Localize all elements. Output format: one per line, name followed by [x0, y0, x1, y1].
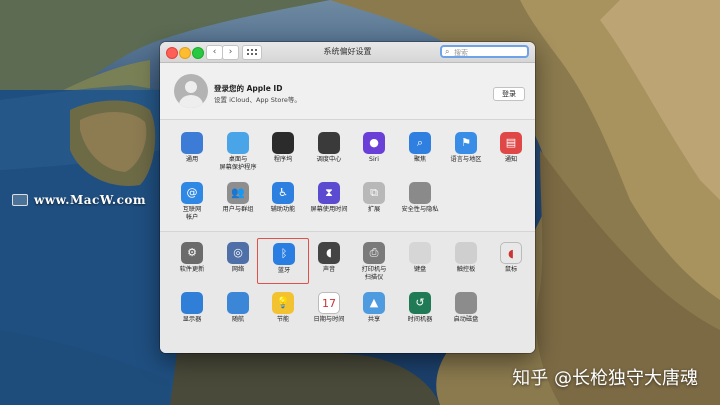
apple-id-title: 登录您的 Apple ID — [214, 84, 283, 93]
preferences-section-top: 通用 桌面与 屏幕保护程序 程序坞 调度中心 ● Siri ⌕ 聚焦 ⚑ 语言与地区 ▤ 通知 @ 互联网… — [160, 120, 535, 232]
mouse-icon: ◖ — [500, 242, 522, 264]
pane-label: 显示器 — [182, 316, 202, 323]
system-preferences-window: ‹ › 系统偏好设置 ⌕ 搜索 登录您的 Apple ID 设置 iCloud、… — [160, 42, 535, 353]
bluetooth-icon: ᛒ — [273, 243, 295, 265]
credit-text: 知乎 @长枪独守大唐魂 — [512, 368, 698, 389]
pane-startup-disk[interactable]: 启动磁盘 — [440, 288, 492, 334]
displays-icon — [181, 292, 203, 314]
pane-energy-saver[interactable]: 💡 节能 — [257, 288, 309, 334]
pane-label: 启动磁盘 — [453, 316, 479, 323]
avatar[interactable] — [174, 74, 208, 108]
pane-accessibility[interactable]: ♿ 辅助功能 — [257, 178, 309, 224]
pane-printers-scanners[interactable]: ⎙ 打印机与 扫描仪 — [348, 238, 400, 284]
pane-dock[interactable]: 程序坞 — [257, 128, 309, 174]
dock-icon — [272, 132, 294, 154]
pane-siri[interactable]: ● Siri — [348, 128, 400, 174]
internet-accounts-icon: @ — [181, 182, 203, 204]
pane-label: 鼠标 — [504, 266, 518, 273]
pane-software-update[interactable]: ⚙ 软件更新 — [166, 238, 218, 284]
pane-bluetooth[interactable]: ᛒ 蓝牙 — [257, 238, 309, 284]
pane-internet-accounts[interactable]: @ 互联网 帐户 — [166, 178, 218, 224]
sharing-icon: ▲ — [363, 292, 385, 314]
watermark-text: www.MacW.com — [34, 193, 147, 207]
login-button[interactable]: 登录 — [493, 87, 525, 101]
pane-label: 互联网 帐户 — [182, 206, 202, 221]
apple-id-subtitle: 设置 iCloud、App Store等。 — [214, 96, 301, 104]
pane-label: Siri — [369, 156, 379, 163]
pane-label: 节能 — [276, 316, 290, 323]
sound-icon: ◖ — [318, 242, 340, 264]
general-icon — [181, 132, 203, 154]
pane-label: 安全性与隐私 — [401, 206, 439, 213]
accessibility-icon: ♿ — [272, 182, 294, 204]
spotlight-icon: ⌕ — [409, 132, 431, 154]
pane-label: 聚焦 — [413, 156, 427, 163]
pane-label: 扩展 — [367, 206, 381, 213]
pane-notifications[interactable]: ▤ 通知 — [485, 128, 535, 174]
pane-displays[interactable]: 显示器 — [166, 288, 218, 334]
time-machine-icon: ↺ — [409, 292, 431, 314]
mission-control-icon — [318, 132, 340, 154]
printers-scanners-icon: ⎙ — [363, 242, 385, 264]
desktop-screensaver-icon — [227, 132, 249, 154]
pane-sharing[interactable]: ▲ 共享 — [348, 288, 400, 334]
search-icon: ⌕ — [445, 47, 450, 56]
pane-time-machine[interactable]: ↺ 时间机器 — [394, 288, 446, 334]
search-placeholder: 搜索 — [454, 49, 468, 57]
watermark: www.MacW.com — [12, 193, 146, 207]
titlebar: ‹ › 系统偏好设置 ⌕ 搜索 — [160, 42, 535, 63]
pane-label: 共享 — [367, 316, 381, 323]
pane-mouse[interactable]: ◖ 鼠标 — [485, 238, 535, 284]
pane-keyboard[interactable]: 键盘 — [394, 238, 446, 284]
extensions-icon: ⧉ — [363, 182, 385, 204]
keyboard-icon — [409, 242, 431, 264]
pane-extensions[interactable]: ⧉ 扩展 — [348, 178, 400, 224]
pane-label: 通知 — [504, 156, 518, 163]
notifications-icon: ▤ — [500, 132, 522, 154]
pane-label: 通用 — [185, 156, 199, 163]
network-icon: ◎ — [227, 242, 249, 264]
pane-label: 时间机器 — [407, 316, 433, 323]
language-region-icon: ⚑ — [455, 132, 477, 154]
trackpad-icon — [455, 242, 477, 264]
pane-label: 软件更新 — [179, 266, 205, 273]
pane-label: 键盘 — [413, 266, 427, 273]
security-privacy-icon — [409, 182, 431, 204]
software-update-icon: ⚙ — [181, 242, 203, 264]
users-groups-icon: 👥 — [227, 182, 249, 204]
pane-label: 程序坞 — [273, 156, 293, 163]
startup-disk-icon — [455, 292, 477, 314]
sidecar-icon — [227, 292, 249, 314]
pane-general[interactable]: 通用 — [166, 128, 218, 174]
watermark-logo-icon — [12, 194, 28, 206]
date-time-icon: 17 — [318, 292, 340, 314]
pane-label: 打印机与 扫描仪 — [361, 266, 387, 281]
pane-security-privacy[interactable]: 安全性与隐私 — [394, 178, 446, 224]
energy-saver-icon: 💡 — [272, 292, 294, 314]
preferences-section-hardware: ⚙ 软件更新 ◎ 网络 ᛒ 蓝牙 ◖ 声音 ⎙ 打印机与 扫描仪 键盘 触控板 ◖ 鼠标 显示器 随航 💡 节能 1… — [160, 232, 535, 353]
siri-icon: ● — [363, 132, 385, 154]
apple-id-banner: 登录您的 Apple ID 设置 iCloud、App Store等。 登录 — [160, 63, 535, 120]
search-field[interactable]: ⌕ 搜索 — [440, 45, 529, 58]
pane-label: 辅助功能 — [270, 206, 296, 213]
screen-time-icon: ⧗ — [318, 182, 340, 204]
pane-spotlight[interactable]: ⌕ 聚焦 — [394, 128, 446, 174]
